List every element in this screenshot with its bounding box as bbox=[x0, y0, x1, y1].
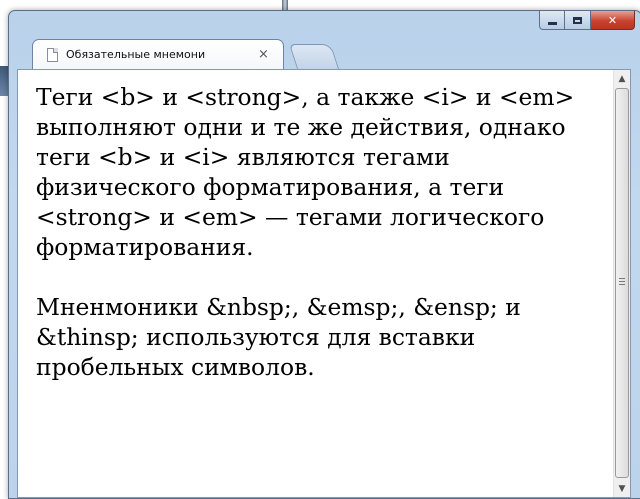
browser-window: ✕ Обязательные мнемони × Теги <b> и <str… bbox=[8, 10, 640, 499]
close-icon: ✕ bbox=[607, 13, 618, 27]
vertical-scrollbar[interactable]: ▲ ▼ bbox=[613, 70, 630, 497]
tab-close-icon[interactable]: × bbox=[258, 47, 269, 62]
close-window-button[interactable]: ✕ bbox=[591, 11, 635, 30]
caption-buttons: ✕ bbox=[539, 11, 635, 31]
maximize-button[interactable] bbox=[565, 11, 591, 30]
scroll-down-icon[interactable]: ▼ bbox=[614, 480, 630, 497]
maximize-icon bbox=[573, 16, 582, 24]
paragraph-tags: Теги <b> и <strong>, а также <i> и <em> … bbox=[36, 83, 575, 261]
document-icon bbox=[47, 47, 58, 62]
page-content: Теги <b> и <strong>, а также <i> и <em> … bbox=[36, 82, 596, 412]
paragraph-mnemonics: Мненмоники &nbsp;, &emsp;, &ensp; и &thi… bbox=[36, 293, 521, 381]
minimize-icon bbox=[547, 21, 557, 25]
tab-title: Обязательные мнемони bbox=[66, 48, 206, 61]
scroll-up-icon[interactable]: ▲ bbox=[614, 70, 630, 87]
tab-active[interactable]: Обязательные мнемони × bbox=[32, 39, 284, 69]
scrollbar-thumb[interactable] bbox=[615, 88, 629, 478]
minimize-button[interactable] bbox=[539, 11, 565, 30]
new-tab-button[interactable] bbox=[288, 44, 340, 69]
page-viewport: Теги <b> и <strong>, а также <i> и <em> … bbox=[17, 69, 631, 498]
grip-icon bbox=[619, 278, 625, 285]
